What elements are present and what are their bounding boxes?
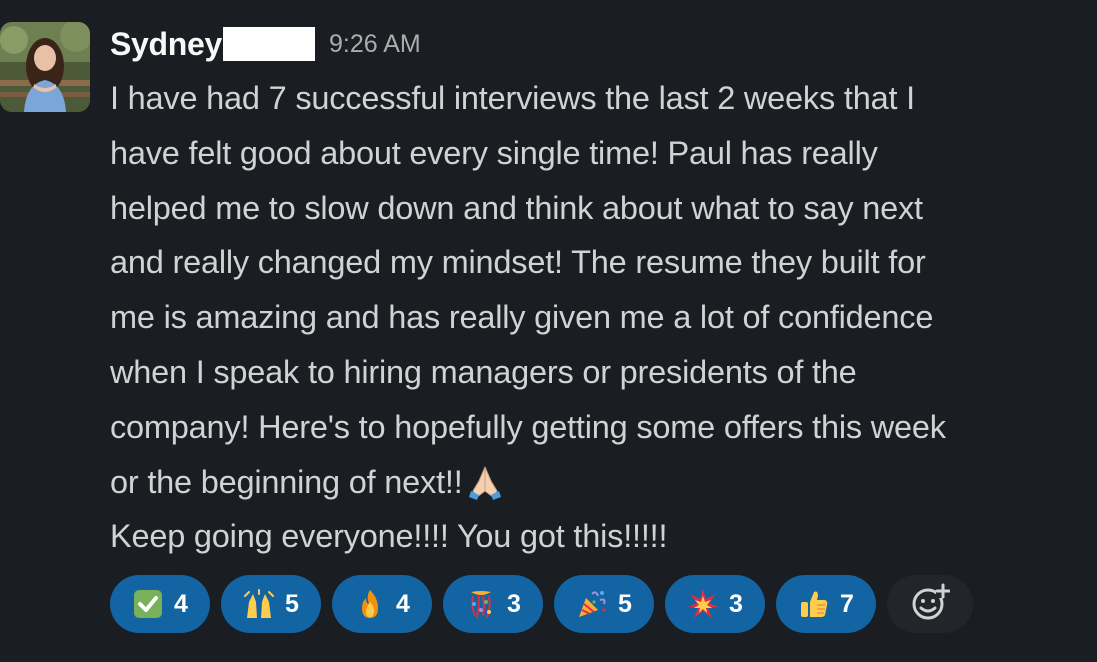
reaction-count: 3 <box>729 589 743 618</box>
reaction-confetti-ball[interactable]: 3 <box>443 575 543 633</box>
reaction-collision[interactable]: 3 <box>665 575 765 633</box>
reaction-white-check-mark[interactable]: 4 <box>110 575 210 633</box>
message-line: when I speak to hiring managers or presi… <box>110 353 857 390</box>
reaction-count: 5 <box>618 589 632 618</box>
message-header: Sydney 9:26 AM <box>110 22 421 66</box>
white-check-mark-emoji <box>132 588 164 620</box>
message-line: I have had 7 successful interviews the l… <box>110 80 915 116</box>
reactions-bar: 4 5 4 3 5 3 7 <box>110 575 973 633</box>
message-body: I have had 7 successful interviews the l… <box>110 71 1095 564</box>
add-reaction-button[interactable] <box>887 575 973 633</box>
message-line-with-emoji: or the beginning of next!! <box>110 455 1095 510</box>
timestamp[interactable]: 9:26 AM <box>329 30 421 59</box>
reaction-count: 4 <box>174 589 188 618</box>
reaction-count: 4 <box>396 589 410 618</box>
message-line: helped me to slow down and think about w… <box>110 189 923 226</box>
reaction-count: 7 <box>840 589 854 618</box>
message-line: company! Here's to hopefully getting som… <box>110 408 946 445</box>
fire-emoji <box>354 588 386 620</box>
message-line: me is amazing and has really given me a … <box>110 299 934 336</box>
collision-emoji <box>687 588 719 620</box>
reaction-count: 3 <box>507 589 521 618</box>
message-line-text: or the beginning of next!! <box>110 463 463 500</box>
thumbs-up-emoji <box>798 588 830 620</box>
party-popper-emoji <box>576 588 608 620</box>
message-line: have felt good about every single time! … <box>110 134 878 171</box>
message-line: and really changed my mindset! The resum… <box>110 244 926 281</box>
user-photo-avatar <box>0 22 90 112</box>
reaction-party-popper[interactable]: 5 <box>554 575 654 633</box>
reaction-thumbs-up[interactable]: 7 <box>776 575 876 633</box>
reaction-fire[interactable]: 4 <box>332 575 432 633</box>
avatar[interactable] <box>0 22 90 112</box>
reaction-count: 5 <box>285 589 299 618</box>
reaction-raising-hands[interactable]: 5 <box>221 575 321 633</box>
confetti-ball-emoji <box>465 588 497 620</box>
add-reaction-icon <box>910 582 951 627</box>
raising-hands-emoji <box>243 588 275 620</box>
redacted-surname <box>223 27 316 61</box>
author-name[interactable]: Sydney <box>110 26 222 63</box>
message: Sydney 9:26 AM I have had 7 successful i… <box>0 0 1097 662</box>
message-line: Keep going everyone!!!! You got this!!!!… <box>110 518 668 555</box>
